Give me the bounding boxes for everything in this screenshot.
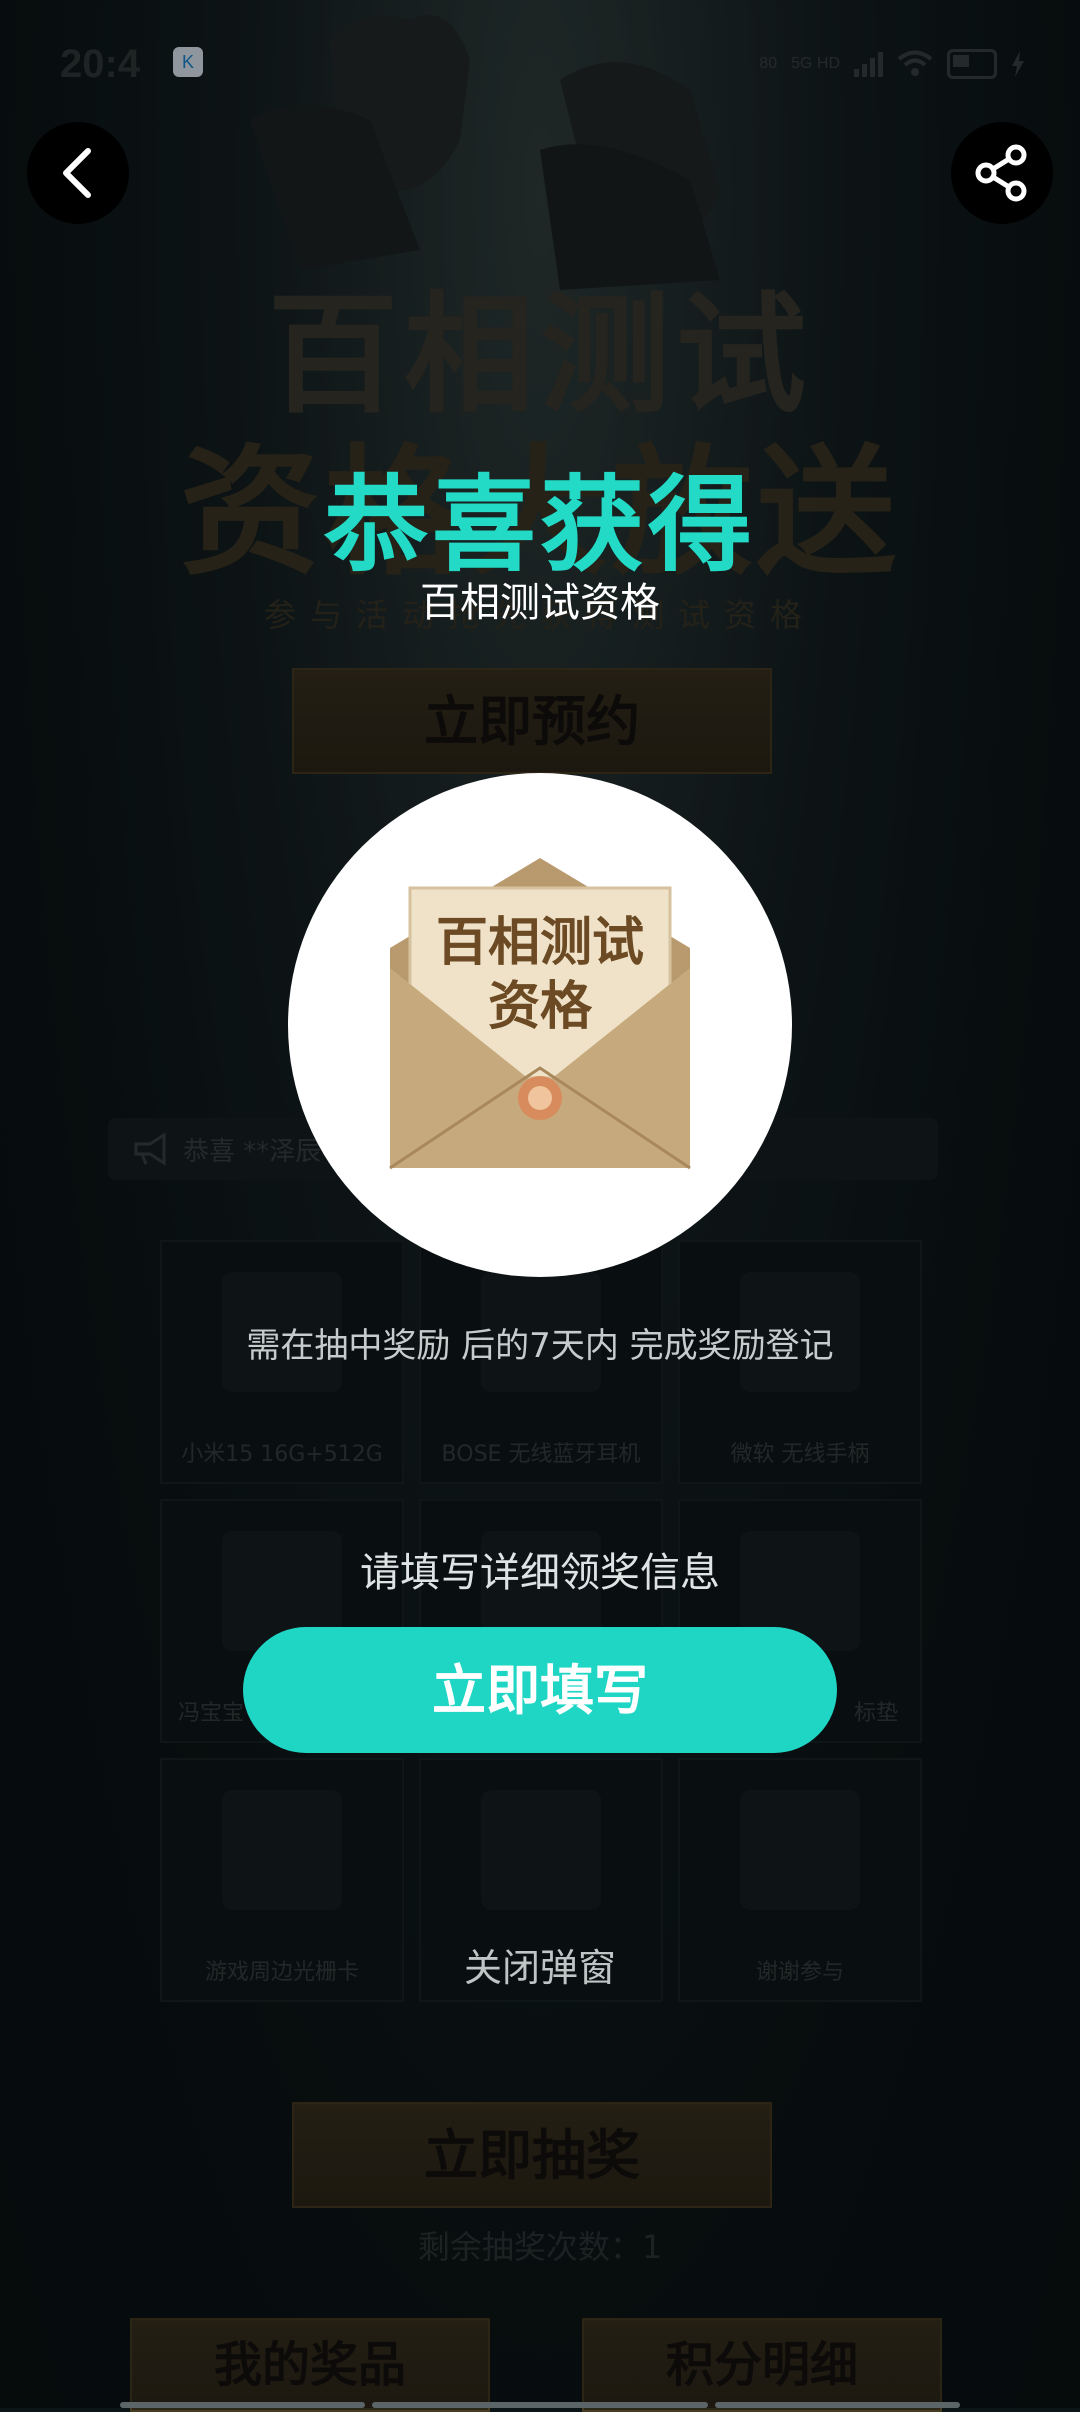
back-button[interactable] <box>27 122 129 224</box>
home-indicator <box>120 2402 365 2408</box>
popup-title: 恭喜获得 <box>323 464 756 586</box>
chevron-left-icon <box>63 148 91 198</box>
popup-prize-name: 百相测试资格 <box>420 580 660 626</box>
envelope-text-line2: 资格 <box>487 976 592 1037</box>
registration-note: 需在抽中奖励 后的7天内 完成奖励登记 <box>246 1326 834 1366</box>
fill-now-button[interactable]: 立即填写 <box>243 1627 837 1753</box>
close-popup-button[interactable]: 关闭弹窗 <box>0 1937 1080 1992</box>
prize-image-circle: 百相测试 资格 <box>288 773 792 1277</box>
envelope-image: 百相测试 资格 <box>380 848 700 1178</box>
home-indicator <box>715 2402 960 2408</box>
fill-prompt: 请填写详细领奖信息 <box>360 1550 720 1596</box>
home-indicator <box>372 2402 708 2408</box>
share-icon <box>975 144 1027 202</box>
share-button[interactable] <box>951 122 1053 224</box>
